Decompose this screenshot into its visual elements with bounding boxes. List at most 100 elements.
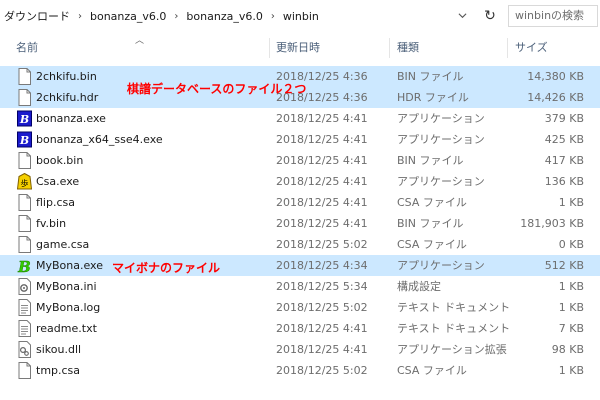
blank-file-icon (18, 215, 31, 232)
file-type: BIN ファイル (397, 217, 464, 230)
file-row-fv-bin[interactable]: fv.bin 2018/12/25 4:41 BIN ファイル 181,903 … (0, 213, 600, 234)
column-header-row: 名前 更新日時 種類 サイズ (0, 35, 600, 61)
file-date: 2018/12/25 4:41 (276, 112, 368, 125)
file-row-tmp-csa[interactable]: tmp.csa 2018/12/25 5:02 CSA ファイル 1 KB (0, 360, 600, 381)
file-type: CSA ファイル (397, 196, 467, 209)
file-type: HDR ファイル (397, 91, 469, 104)
file-type: CSA ファイル (397, 238, 467, 251)
blank-file-icon (18, 194, 31, 211)
file-row-game-csa[interactable]: game.csa 2018/12/25 5:02 CSA ファイル 0 KB (0, 234, 600, 255)
database-files-annotation: 棋譜データベースのファイル２つ (127, 82, 307, 96)
shogi-piece-app-icon: 歩 (17, 173, 32, 190)
svg-text:歩: 歩 (21, 178, 29, 188)
file-name: game.csa (36, 238, 90, 251)
column-header-size[interactable]: サイズ (515, 35, 548, 61)
file-name: MyBona.exe (36, 259, 103, 272)
file-type: BIN ファイル (397, 70, 464, 83)
file-type: アプリケーション (397, 133, 485, 146)
file-type: アプリケーション (397, 175, 485, 188)
file-size: 98 KB (551, 343, 584, 356)
breadcrumb-winbin[interactable]: winbin (279, 10, 323, 23)
text-file-icon (18, 320, 31, 337)
breadcrumb-bonanza-inner[interactable]: bonanza_v6.0 (182, 10, 266, 23)
dll-file-icon (18, 341, 31, 358)
file-date: 2018/12/25 4:41 (276, 175, 368, 188)
file-row-mybona-exe[interactable]: B MyBona.exe 2018/12/25 4:34 アプリケーション 51… (0, 255, 600, 276)
file-name: 2chkifu.bin (36, 70, 97, 83)
file-size: 379 KB (544, 112, 584, 125)
file-row-mybona-ini[interactable]: MyBona.ini 2018/12/25 5:34 構成設定 1 KB (0, 276, 600, 297)
file-row-sikou-dll[interactable]: sikou.dll 2018/12/25 4:41 アプリケーション拡張 98 … (0, 339, 600, 360)
file-date: 2018/12/25 5:02 (276, 238, 368, 251)
file-name: sikou.dll (36, 343, 82, 356)
file-type: アプリケーション (397, 259, 485, 272)
file-row-mybona-log[interactable]: MyBona.log 2018/12/25 5:02 テキスト ドキュメント 1… (0, 297, 600, 318)
blank-file-icon (18, 68, 31, 85)
file-size: 1 KB (558, 280, 584, 293)
file-name: bonanza.exe (36, 112, 106, 125)
file-size: 1 KB (558, 196, 584, 209)
column-header-type[interactable]: 種類 (397, 35, 419, 61)
breadcrumb-separator: › (78, 10, 82, 22)
file-name: 2chkifu.hdr (36, 91, 99, 104)
file-type: テキスト ドキュメント (397, 301, 511, 314)
address-bar-area: ダウンロード › bonanza_v6.0 › bonanza_v6.0 › w… (0, 0, 600, 30)
file-date: 2018/12/25 4:34 (276, 259, 368, 272)
bonanza-app-icon: B (17, 110, 32, 127)
file-type: 構成設定 (397, 280, 441, 293)
file-name: Csa.exe (36, 175, 80, 188)
search-input[interactable]: winbinの検索 (508, 5, 598, 27)
file-name: flip.csa (36, 196, 75, 209)
file-size: 136 KB (544, 175, 584, 188)
breadcrumb-downloads[interactable]: ダウンロード (0, 8, 74, 24)
file-row-bonanza-x64-exe[interactable]: B bonanza_x64_sse4.exe 2018/12/25 4:41 ア… (0, 129, 600, 150)
file-size: 0 KB (558, 238, 584, 251)
file-row-readme-txt[interactable]: readme.txt 2018/12/25 4:41 テキスト ドキュメント 7… (0, 318, 600, 339)
column-header-date[interactable]: 更新日時 (276, 35, 320, 61)
file-row-csa-exe[interactable]: 歩 Csa.exe 2018/12/25 4:41 アプリケーション 136 K… (0, 171, 600, 192)
bonanza-app-icon: B (17, 131, 32, 148)
blank-file-icon (18, 236, 31, 253)
refresh-icon[interactable]: ↻ (482, 8, 498, 24)
column-divider[interactable] (269, 38, 270, 58)
file-size: 1 KB (558, 364, 584, 377)
svg-text:B: B (19, 134, 29, 147)
file-name: fv.bin (36, 217, 67, 230)
file-size: 417 KB (544, 154, 584, 167)
file-date: 2018/12/25 5:34 (276, 280, 368, 293)
file-list: 2chkifu.bin 2018/12/25 4:36 BIN ファイル 14,… (0, 66, 600, 381)
file-name: MyBona.ini (36, 280, 97, 293)
file-date: 2018/12/25 4:41 (276, 322, 368, 335)
column-header-name[interactable]: 名前 (16, 35, 38, 61)
file-name: readme.txt (36, 322, 97, 335)
svg-text:B: B (17, 258, 31, 274)
column-divider[interactable] (507, 38, 508, 58)
file-row-flip-csa[interactable]: flip.csa 2018/12/25 4:41 CSA ファイル 1 KB (0, 192, 600, 213)
mybona-file-annotation: マイボナのファイル (112, 261, 221, 275)
mybona-app-icon: B (17, 258, 31, 274)
file-date: 2018/12/25 5:02 (276, 301, 368, 314)
file-date: 2018/12/25 4:41 (276, 217, 368, 230)
address-dropdown-chevron-icon[interactable] (458, 11, 467, 20)
file-row-book-bin[interactable]: book.bin 2018/12/25 4:41 BIN ファイル 417 KB (0, 150, 600, 171)
blank-file-icon (18, 89, 31, 106)
file-name: tmp.csa (36, 364, 81, 377)
breadcrumb[interactable]: ダウンロード › bonanza_v6.0 › bonanza_v6.0 › w… (0, 5, 500, 27)
file-row-bonanza-exe[interactable]: B bonanza.exe 2018/12/25 4:41 アプリケーション 3… (0, 108, 600, 129)
file-type: CSA ファイル (397, 364, 467, 377)
text-file-icon (18, 299, 31, 316)
column-divider[interactable] (389, 38, 390, 58)
file-size: 512 KB (544, 259, 584, 272)
file-type: テキスト ドキュメント (397, 322, 511, 335)
file-type: BIN ファイル (397, 154, 464, 167)
blank-file-icon (18, 152, 31, 169)
file-name: bonanza_x64_sse4.exe (36, 133, 163, 146)
file-date: 2018/12/25 4:41 (276, 154, 368, 167)
file-type: アプリケーション (397, 112, 485, 125)
file-size: 14,426 KB (527, 91, 584, 104)
file-name: MyBona.log (36, 301, 101, 314)
file-size: 7 KB (558, 322, 584, 335)
breadcrumb-bonanza-outer[interactable]: bonanza_v6.0 (86, 10, 170, 23)
settings-file-icon (18, 278, 31, 295)
file-type: アプリケーション拡張 (397, 343, 507, 356)
